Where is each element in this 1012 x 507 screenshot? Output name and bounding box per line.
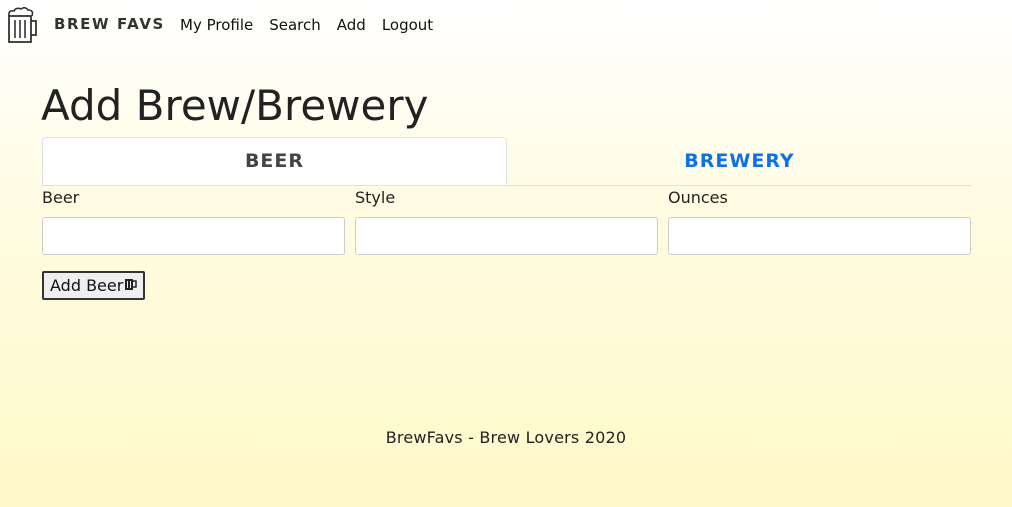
beer-input[interactable] (42, 217, 345, 255)
beer-mug-logo-icon[interactable] (5, 6, 39, 44)
ounces-input[interactable] (668, 217, 971, 255)
beer-field-group: Beer (42, 188, 345, 255)
nav-my-profile-link[interactable]: My Profile (180, 16, 253, 34)
add-beer-button[interactable]: Add Beer (42, 271, 146, 300)
page-title: Add Brew/Brewery (41, 81, 429, 130)
style-label: Style (355, 188, 396, 207)
navbar: BREW FAVS My Profile Search Add Logout (0, 0, 1012, 50)
style-input[interactable] (355, 217, 658, 255)
brand-name[interactable]: BREW FAVS (54, 15, 165, 33)
style-field-group: Style (355, 188, 658, 255)
nav-links: My Profile Search Add Logout (180, 16, 449, 34)
nav-add-link[interactable]: Add (337, 16, 366, 34)
nav-logout-link[interactable]: Logout (382, 16, 433, 34)
beer-label: Beer (42, 188, 80, 207)
add-beer-label: Add Beer (50, 276, 124, 295)
tab-bar: BEER BREWERY (42, 137, 972, 186)
tab-beer[interactable]: BEER (42, 137, 507, 185)
nav-search-link[interactable]: Search (269, 16, 321, 34)
ounces-field-group: Ounces (668, 188, 971, 255)
tab-brewery[interactable]: BREWERY (507, 137, 972, 184)
ounces-label: Ounces (668, 188, 728, 207)
beer-mug-icon (124, 277, 138, 294)
footer-text: BrewFavs - Brew Lovers 2020 (385, 428, 627, 447)
